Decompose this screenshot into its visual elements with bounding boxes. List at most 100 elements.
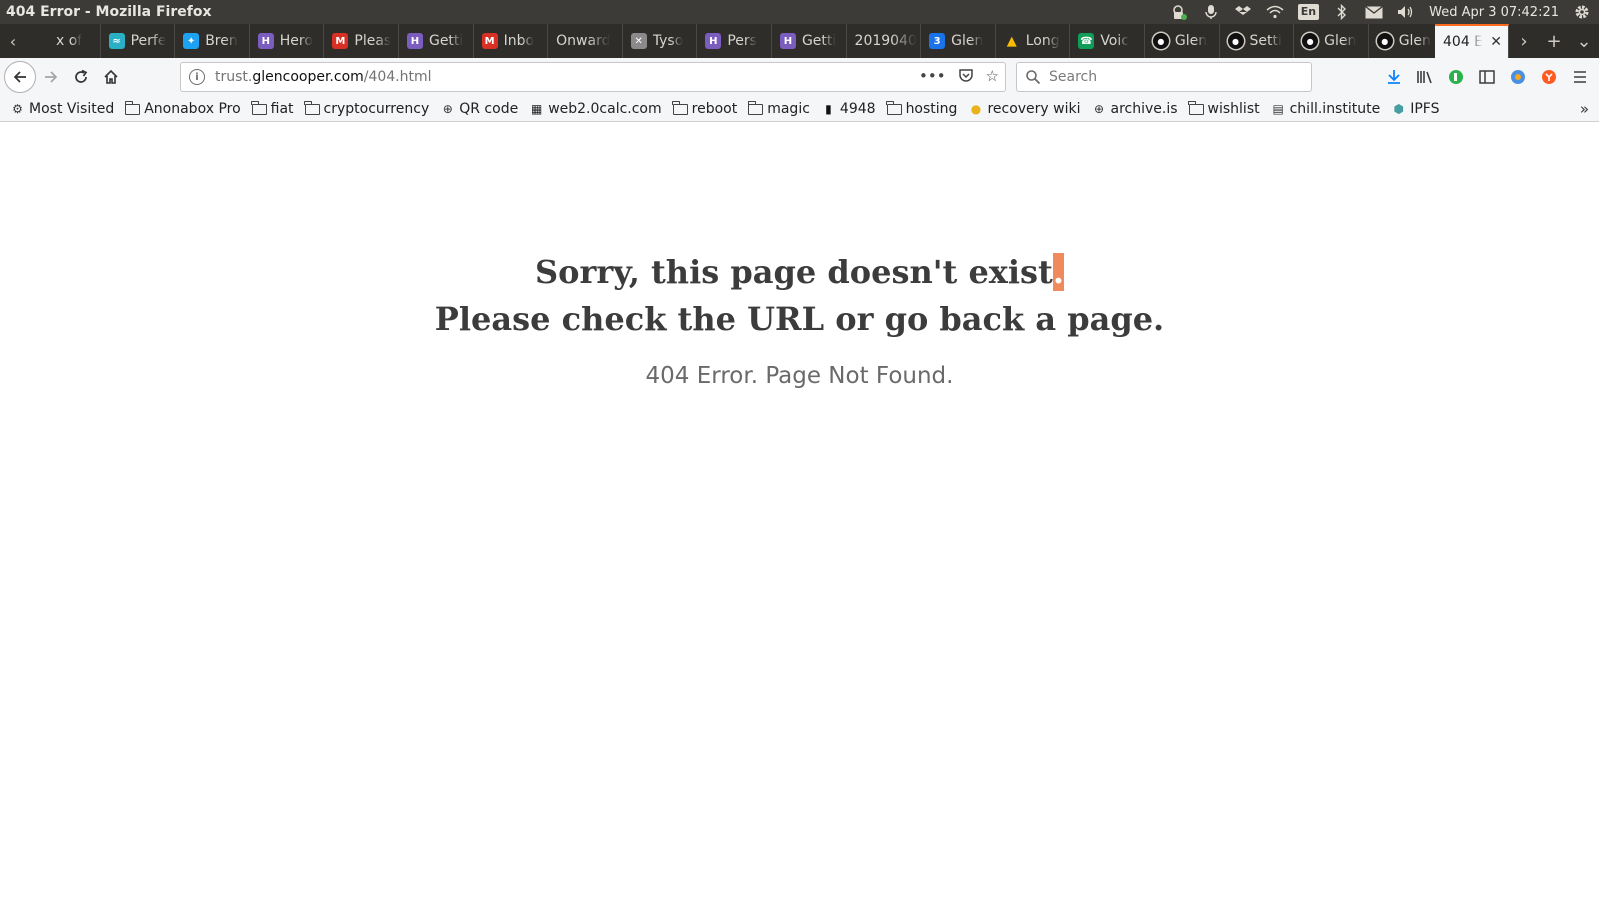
- cube-icon: ⬢: [1393, 101, 1404, 116]
- folder-icon: [672, 101, 688, 116]
- pocket-icon[interactable]: [958, 67, 974, 87]
- bookmark-item[interactable]: Anonabox Pro: [124, 101, 241, 117]
- tab-item[interactable]: Onward: [548, 24, 623, 58]
- bookmark-label: fiat: [270, 100, 294, 117]
- tab-strip: ‹ x of ≈ Perfe ✦ Bren H Hero M Pleas H Getti M Inbo O…: [0, 24, 1599, 58]
- url-domain: glencooper.com: [252, 69, 364, 85]
- dropbox-icon[interactable]: [1234, 3, 1252, 21]
- tab-item[interactable]: ▲ Long: [996, 24, 1071, 58]
- heroku-icon: H: [257, 33, 274, 49]
- url-actions: ••• ☆: [919, 67, 999, 87]
- bookmark-item[interactable]: ⬢ IPFS: [1391, 101, 1439, 117]
- bookmark-item[interactable]: wishlist: [1188, 101, 1260, 117]
- headline-line-1: Sorry, this page doesn't exist.: [0, 249, 1599, 296]
- tab-title: Getti: [428, 33, 464, 49]
- bookmark-item[interactable]: reboot: [672, 101, 737, 117]
- bookmark-item[interactable]: fiat: [251, 100, 294, 117]
- tab-item[interactable]: H Getti: [399, 24, 474, 58]
- heroku-icon: H: [406, 33, 423, 49]
- forward-button[interactable]: [36, 62, 66, 92]
- volume-icon[interactable]: [1397, 3, 1415, 21]
- url-bar[interactable]: i trust.glencooper.com/404.html ••• ☆: [180, 62, 1006, 92]
- tab-item[interactable]: M Pleas: [324, 24, 399, 58]
- bluetooth-icon[interactable]: [1333, 3, 1351, 21]
- close-tab-icon[interactable]: ✕: [1490, 34, 1502, 50]
- bookmark-item[interactable]: ▦ web2.0calc.com: [529, 101, 662, 117]
- extension-blue-icon[interactable]: [1507, 66, 1529, 88]
- tab-title: Long: [1025, 33, 1060, 49]
- tab-item[interactable]: ✕ Tyso: [623, 24, 698, 58]
- tab-item[interactable]: ● Glen: [1369, 24, 1435, 58]
- folder-icon: [1188, 101, 1204, 116]
- extension-orange-icon[interactable]: [1538, 66, 1560, 88]
- page-actions-ellipsis-icon[interactable]: •••: [919, 67, 946, 87]
- bookmark-item[interactable]: ⚙ Most Visited: [10, 101, 114, 117]
- home-button[interactable]: [96, 62, 126, 92]
- back-button[interactable]: [4, 61, 36, 93]
- bookmarks-toolbar: ⚙ Most Visited Anonabox Pro fiat cryptocurre…: [0, 96, 1599, 122]
- gmail-icon: M: [332, 33, 349, 49]
- tab-item[interactable]: 2019040: [847, 24, 922, 58]
- tab-title: Perfe: [130, 33, 167, 49]
- tab-item[interactable]: x of: [26, 24, 101, 58]
- tab-item[interactable]: ✦ Bren: [175, 24, 250, 58]
- system-clock[interactable]: Wed Apr 3 07:42:21: [1429, 5, 1559, 20]
- bookmark-item[interactable]: ● recovery wiki: [968, 100, 1081, 117]
- system-top-bar: 404 Error - Mozilla Firefox En Wed Apr 3…: [0, 0, 1599, 24]
- list-all-tabs-button[interactable]: ⌄: [1569, 24, 1599, 58]
- url-text[interactable]: trust.glencooper.com/404.html: [215, 69, 919, 85]
- bookmark-label: recovery wiki: [987, 100, 1081, 117]
- bookmark-item[interactable]: ⊕ archive.is: [1092, 101, 1178, 117]
- tab-item[interactable]: H Pers: [697, 24, 772, 58]
- reload-button[interactable]: [66, 62, 96, 92]
- coin-icon: ●: [970, 101, 982, 116]
- mail-icon[interactable]: [1365, 3, 1384, 21]
- tab-scroll-right-button[interactable]: ›: [1509, 24, 1539, 58]
- blank-icon: [34, 33, 50, 49]
- tab-item[interactable]: 3 Glen: [921, 24, 996, 58]
- headline-line-2: Please check the URL or go back a page.: [434, 300, 1165, 338]
- tab-item[interactable]: ● Glen: [1294, 24, 1369, 58]
- extension-green-icon[interactable]: [1445, 66, 1467, 88]
- bookmark-item[interactable]: ⊕ QR code: [440, 101, 519, 117]
- downloads-icon[interactable]: [1383, 66, 1405, 88]
- bookmark-star-icon[interactable]: ☆: [986, 67, 999, 87]
- vpn-lock-icon[interactable]: [1170, 3, 1188, 21]
- settings-gear-icon[interactable]: [1573, 3, 1591, 21]
- bookmark-label: cryptocurrency: [323, 100, 430, 117]
- tab-item[interactable]: ≈ Perfe: [101, 24, 176, 58]
- microphone-icon[interactable]: [1202, 3, 1220, 21]
- site-info-icon[interactable]: i: [189, 69, 205, 85]
- tab-item[interactable]: ● Glen: [1145, 24, 1220, 58]
- keyboard-language-badge[interactable]: En: [1297, 4, 1320, 20]
- perf-icon: ≈: [108, 33, 125, 49]
- sidebar-icon[interactable]: [1476, 66, 1498, 88]
- tab-item[interactable]: H Getti: [772, 24, 847, 58]
- bookmark-item[interactable]: ▮ 4948: [821, 101, 875, 117]
- library-icon[interactable]: [1414, 66, 1436, 88]
- navigation-toolbar: i trust.glencooper.com/404.html ••• ☆: [0, 58, 1599, 96]
- tab-item[interactable]: M Inbo: [474, 24, 549, 58]
- bookmark-item[interactable]: ▤ chill.institute: [1271, 100, 1381, 117]
- folder-icon: [251, 101, 267, 116]
- bookmark-label: chill.institute: [1289, 100, 1381, 117]
- wifi-icon[interactable]: [1266, 3, 1284, 21]
- tab-item[interactable]: ● Setti: [1220, 24, 1295, 58]
- tab-item[interactable]: H Hero: [250, 24, 325, 58]
- window-title: 404 Error - Mozilla Firefox: [6, 4, 212, 20]
- bookmark-item[interactable]: hosting: [886, 101, 957, 117]
- bookmark-item[interactable]: magic: [747, 101, 810, 117]
- bookmark-item[interactable]: cryptocurrency: [304, 100, 430, 117]
- plus-icon: +: [1546, 30, 1562, 52]
- tab-title: 404 E: [1443, 34, 1484, 50]
- new-tab-button[interactable]: +: [1539, 24, 1569, 58]
- tab-title: Hero: [279, 33, 313, 49]
- hamburger-menu-icon[interactable]: [1569, 66, 1591, 88]
- search-input[interactable]: [1049, 69, 1311, 85]
- bookmarks-overflow-chevron-icon[interactable]: »: [1580, 100, 1589, 118]
- x-circle-icon: ✕: [630, 33, 647, 49]
- tab-active-404[interactable]: 404 E ✕: [1435, 24, 1509, 58]
- tab-item[interactable]: ☎ Voic: [1070, 24, 1145, 58]
- tab-scroll-left-button[interactable]: ‹: [0, 24, 26, 58]
- search-bar[interactable]: [1016, 62, 1312, 92]
